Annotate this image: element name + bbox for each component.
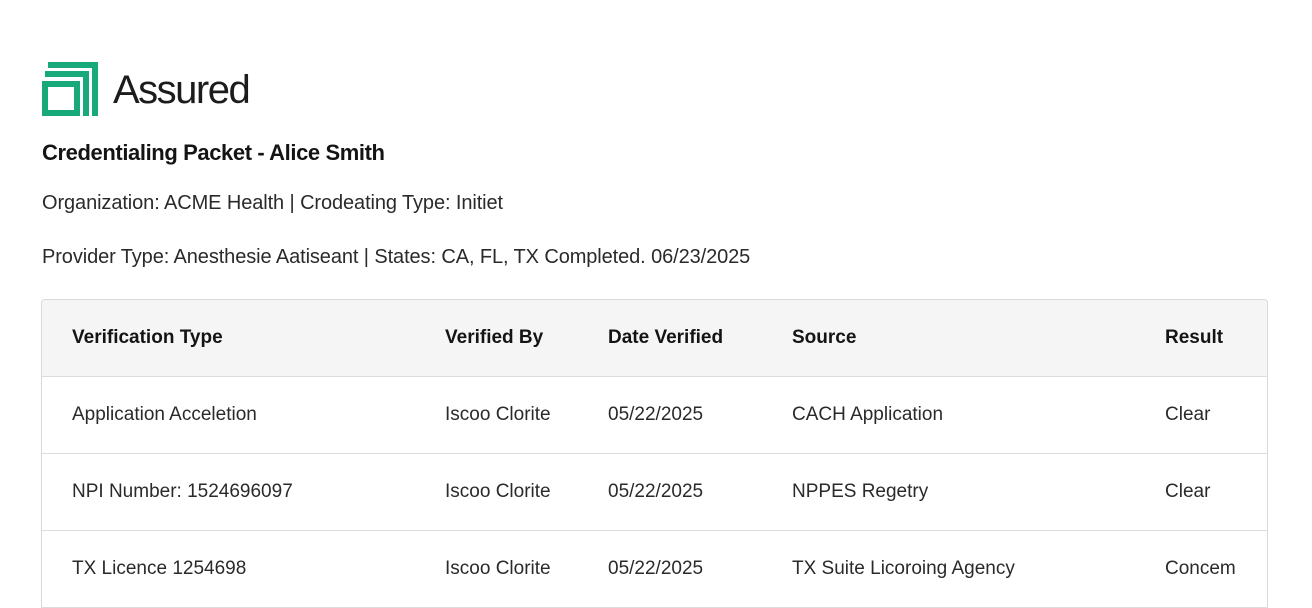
assured-logo-icon <box>42 62 98 116</box>
cell-date-verified: 05/22/2025 <box>608 404 704 425</box>
header-verification-type: Verification Type <box>72 327 223 348</box>
provider-line: Provider Type: Anesthesie Aatiseant | St… <box>42 246 751 268</box>
cell-verified-by: Iscoo Clorite <box>445 481 551 502</box>
table-row: Application Acceletion Iscoo Clorite 05/… <box>42 377 1267 454</box>
organization-line: Organization: ACME Health | Crodeating T… <box>42 192 503 214</box>
cell-verification-type: TX Licence 1254698 <box>72 558 247 579</box>
cell-source: TX Suite Licoroing Agency <box>792 558 1015 579</box>
table-row: TX Licence 1254698 Iscoo Clorite 05/22/2… <box>42 531 1267 608</box>
table-header-row: Verification Type Verified By Date Verif… <box>42 300 1267 377</box>
cell-source: CACH Application <box>792 404 944 425</box>
cell-verification-type: Application Acceletion <box>72 404 257 425</box>
cell-result: Clear <box>1165 481 1211 502</box>
cell-verification-type: NPI Number: 1524696097 <box>72 481 293 502</box>
brand-header: Assured <box>42 62 251 116</box>
cell-source: NPPES Regetry <box>792 481 929 502</box>
cell-result: Concem <box>1165 558 1236 579</box>
table-row: NPI Number: 1524696097 Iscoo Clorite 05/… <box>42 454 1267 531</box>
verification-table: Verification Type Verified By Date Verif… <box>41 299 1268 608</box>
header-source: Source <box>792 327 857 348</box>
packet-title: Credentialing Packet - Alice Smith <box>42 140 385 165</box>
header-result: Result <box>1165 327 1224 348</box>
cell-result: Clear <box>1165 404 1211 425</box>
credentialing-packet-page: Assured Credentialing Packet - Alice Smi… <box>0 0 1312 608</box>
cell-verified-by: Iscoo Clorite <box>445 558 551 579</box>
cell-date-verified: 05/22/2025 <box>608 558 704 579</box>
brand-name: Assured <box>113 68 251 112</box>
cell-verified-by: Iscoo Clorite <box>445 404 551 425</box>
cell-date-verified: 05/22/2025 <box>608 481 704 502</box>
header-date-verified: Date Verified <box>608 327 724 348</box>
header-verified-by: Verified By <box>445 327 544 348</box>
